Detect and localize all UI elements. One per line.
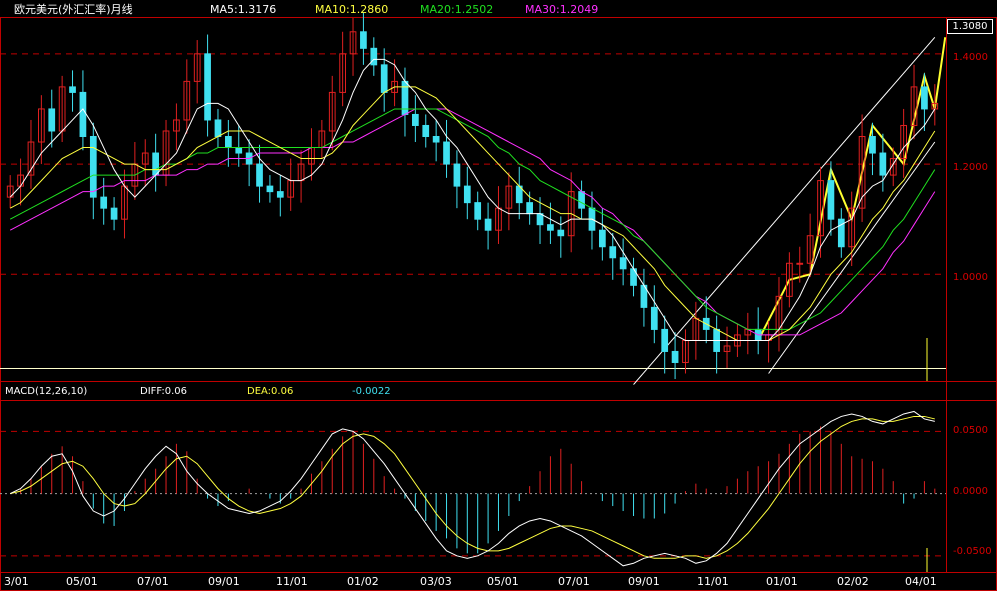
down-candle bbox=[214, 119, 222, 138]
chart-title: 欧元美元(外汇汇率)月线 bbox=[14, 3, 133, 16]
down-candle bbox=[879, 152, 887, 176]
down-candle bbox=[100, 196, 108, 209]
macd-series[interactable] bbox=[9, 410, 936, 572]
down-candle bbox=[79, 91, 87, 138]
macd-dea-readout: DEA:0.06 bbox=[247, 386, 294, 397]
down-candle bbox=[370, 47, 378, 66]
x-tick-label: 05/01 bbox=[487, 575, 519, 588]
macd-tick-label: 0.0500 bbox=[953, 425, 988, 436]
x-tick-label: 01/02 bbox=[347, 575, 379, 588]
x-tick-label: 09/01 bbox=[208, 575, 240, 588]
candlestick-series[interactable] bbox=[6, 12, 939, 380]
macd-tick-label: 0.0000 bbox=[953, 486, 988, 497]
x-tick-label: 05/01 bbox=[66, 575, 98, 588]
down-candle bbox=[380, 64, 388, 93]
current-price-label: 1.3080 bbox=[947, 19, 993, 34]
down-candle bbox=[599, 229, 606, 248]
down-candle bbox=[225, 136, 232, 149]
macd-diff-readout: DIFF:0.06 bbox=[140, 386, 188, 397]
x-tick-label: 03/03 bbox=[420, 575, 452, 588]
macd-dea-line bbox=[10, 415, 935, 559]
down-candle bbox=[443, 141, 450, 165]
down-candle bbox=[578, 191, 585, 209]
down-candle bbox=[266, 185, 274, 193]
down-candle bbox=[484, 218, 492, 231]
down-candle bbox=[661, 328, 669, 352]
x-tick-label: 02/02 bbox=[837, 575, 869, 588]
down-candle bbox=[401, 80, 409, 115]
down-candle bbox=[422, 124, 430, 138]
down-candle bbox=[536, 213, 544, 226]
ma30-readout: MA30:1.2049 bbox=[525, 3, 599, 16]
x-tick-label: 01/01 bbox=[766, 575, 798, 588]
down-candle bbox=[547, 224, 554, 231]
x-tick-label: 09/01 bbox=[628, 575, 660, 588]
macd-tick-label: -0.0500 bbox=[953, 546, 992, 557]
x-tick-label: 11/01 bbox=[697, 575, 729, 588]
macd-label: MACD(12,26,10) bbox=[5, 386, 88, 397]
down-candle bbox=[526, 202, 533, 215]
ma30-line bbox=[9, 108, 936, 336]
down-candle bbox=[48, 108, 56, 132]
down-candle bbox=[256, 163, 263, 187]
down-candle bbox=[432, 136, 440, 143]
price-tick-label: 1.4000 bbox=[953, 52, 988, 63]
down-candle bbox=[557, 229, 565, 237]
macd-value-readout: -0.0022 bbox=[352, 386, 391, 397]
down-candle bbox=[204, 53, 211, 121]
down-candle bbox=[412, 113, 419, 126]
ma20-readout: MA20:1.2502 bbox=[420, 3, 494, 16]
down-candle bbox=[89, 136, 97, 198]
gridlines bbox=[0, 53, 946, 557]
down-candle bbox=[152, 152, 159, 176]
down-candle bbox=[276, 191, 284, 198]
down-candle bbox=[474, 202, 482, 220]
down-candle bbox=[671, 350, 679, 363]
down-candle bbox=[921, 86, 928, 110]
ma5-readout: MA5:1.3176 bbox=[210, 3, 277, 16]
x-tick-label: 07/01 bbox=[137, 575, 169, 588]
forex-chart-canvas[interactable] bbox=[0, 0, 997, 591]
price-tick-label: 1.2000 bbox=[953, 162, 988, 173]
down-candle bbox=[619, 257, 627, 270]
x-tick-label: 3/01 bbox=[4, 575, 29, 588]
down-candle bbox=[235, 147, 243, 154]
down-candle bbox=[360, 31, 367, 49]
down-candle bbox=[463, 185, 471, 204]
moving-average-lines bbox=[9, 58, 936, 381]
down-candle bbox=[110, 207, 118, 220]
down-candle bbox=[650, 306, 658, 330]
down-candle bbox=[453, 163, 461, 187]
x-tick-label: 11/01 bbox=[276, 575, 308, 588]
ma20-line bbox=[9, 108, 936, 330]
down-candle bbox=[869, 136, 876, 154]
down-candle bbox=[69, 86, 76, 93]
ma10-readout: MA10:1.2860 bbox=[315, 3, 389, 16]
x-tick-label: 04/01 bbox=[905, 575, 937, 588]
trend-channel-lines bbox=[633, 36, 947, 385]
up-candle bbox=[796, 262, 804, 265]
x-tick-label: 07/01 bbox=[558, 575, 590, 588]
price-tick-label: 1.0000 bbox=[953, 272, 988, 283]
down-candle bbox=[609, 246, 617, 259]
down-candle bbox=[827, 180, 835, 220]
ma5-line bbox=[9, 58, 936, 341]
